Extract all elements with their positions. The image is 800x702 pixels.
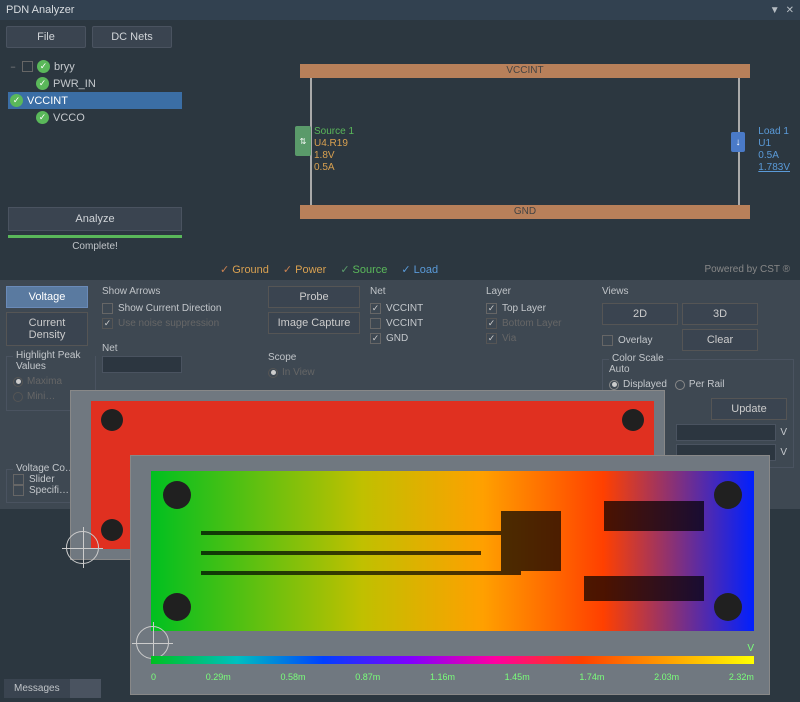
compass-icon (66, 531, 99, 564)
show-current-dir-checkbox[interactable] (102, 303, 113, 314)
check-icon: ✓ (401, 263, 410, 276)
view-2d-button[interactable]: 2D (602, 303, 678, 325)
load-block[interactable]: Load 1 U1 0.5A 1.783V (758, 126, 790, 174)
source-voltage: 1.8V (314, 150, 354, 162)
scope-label: Scope (268, 352, 364, 363)
source-icon: ⇅ (295, 126, 311, 156)
legend-load: Load (414, 264, 438, 276)
status-text: Complete! (8, 238, 182, 255)
tree-root-label: bryy (54, 61, 75, 73)
radio-minima[interactable] (13, 392, 23, 402)
layer-label: Layer (486, 286, 596, 297)
radio-per-rail[interactable] (675, 380, 685, 390)
status-ok-icon: ✓ (37, 60, 50, 73)
current-density-button[interactable]: Current Density (6, 312, 88, 346)
layer-checkbox[interactable] (486, 303, 497, 314)
views-label: Views (602, 286, 794, 297)
image-capture-button[interactable]: Image Capture (268, 312, 360, 334)
slider-checkbox[interactable] (13, 474, 24, 485)
radio-inview[interactable] (268, 368, 278, 378)
net-filter-label: Net (102, 343, 182, 354)
auto-label: Auto (609, 364, 787, 375)
view-3d-button[interactable]: 3D (682, 303, 758, 325)
load-voltage: 1.783V (758, 162, 790, 174)
source-ref: U4.R19 (314, 138, 354, 150)
powered-by: Powered by CST ® (704, 264, 790, 275)
scale-ticks: 0 0.29m 0.58m 0.87m 1.16m 1.45m 1.74m 2.… (151, 672, 754, 682)
file-button[interactable]: File (6, 26, 86, 48)
load-name: Load 1 (758, 126, 790, 138)
net-filter-input[interactable] (102, 356, 182, 373)
window-title: PDN Analyzer (6, 4, 74, 16)
tab-messages[interactable]: Messages (4, 679, 70, 698)
group-voltageco: Voltage Co… (13, 463, 78, 474)
status-ok-icon: ✓ (36, 77, 49, 90)
tree-checkbox[interactable] (22, 61, 33, 72)
net-checkbox[interactable] (370, 333, 381, 344)
show-arrows-label: Show Arrows (102, 286, 262, 297)
rail-top: VCCINT (300, 64, 750, 78)
dcnets-button[interactable]: DC Nets (92, 26, 172, 48)
status-ok-icon: ✓ (36, 111, 49, 124)
tree-item-vccint[interactable]: ✓ VCCINT (8, 92, 182, 109)
group-colorscale: Color Scale (609, 353, 667, 364)
tree-item-vcco[interactable]: ✓ VCCO (8, 109, 182, 126)
clear-button[interactable]: Clear (682, 329, 758, 351)
group-highlight: Highlight Peak Values (13, 350, 95, 372)
tree-item-label: PWR_IN (53, 78, 96, 90)
layer-checkbox (486, 318, 497, 329)
voltage-button[interactable]: Voltage (6, 286, 88, 308)
probe-button[interactable]: Probe (268, 286, 360, 308)
update-button[interactable]: Update (711, 398, 787, 420)
check-icon: ✓ (340, 263, 349, 276)
tree-item-pwr-in[interactable]: ✓ PWR_IN (8, 75, 182, 92)
check-icon: ✓ (220, 263, 229, 276)
color-scale-bar (151, 656, 754, 664)
specific-checkbox[interactable] (13, 485, 24, 496)
net-diagram: VCCINT GND ⇅ Source 1 U4.R19 1.8V 0.5A ↓… (190, 54, 800, 259)
source-current: 0.5A (314, 162, 354, 174)
layer-checkbox (486, 333, 497, 344)
status-ok-icon: ✓ (10, 94, 23, 107)
tree-root[interactable]: − ✓ bryy (8, 58, 182, 75)
rail-bottom: GND (300, 205, 750, 219)
source-block[interactable]: ⇅ Source 1 U4.R19 1.8V 0.5A (295, 126, 354, 174)
tab-blank[interactable] (70, 679, 101, 698)
legend-power: Power (295, 264, 326, 276)
analyze-button[interactable]: Analyze (8, 207, 182, 231)
net-label: Net (370, 286, 480, 297)
pcb-view-voltage[interactable]: V 0 0.29m 0.58m 0.87m 1.16m 1.45m 1.74m … (130, 455, 770, 695)
check-icon: ✓ (283, 263, 292, 276)
dropdown-icon[interactable]: ▼ (770, 5, 780, 16)
compass-icon (136, 626, 169, 659)
net-checkbox[interactable] (370, 318, 381, 329)
load-icon: ↓ (731, 132, 745, 152)
legend-ground: Ground (232, 264, 269, 276)
pcb-heatmap (151, 471, 754, 631)
noise-checkbox (102, 318, 113, 329)
radio-maxima[interactable] (13, 377, 23, 387)
tree-item-label: VCCINT (27, 95, 68, 107)
close-icon[interactable]: ✕ (786, 5, 794, 16)
overlay-checkbox[interactable] (602, 335, 613, 346)
source-name: Source 1 (314, 126, 354, 138)
tree-item-label: VCCO (53, 112, 85, 124)
radio-displayed[interactable] (609, 380, 619, 390)
collapse-icon[interactable]: − (8, 62, 18, 72)
net-checkbox[interactable] (370, 303, 381, 314)
load-current: 0.5A (758, 150, 790, 162)
legend-source: Source (353, 264, 388, 276)
scale-input[interactable] (676, 424, 776, 441)
scale-unit: V (747, 643, 754, 654)
load-ref: U1 (758, 138, 790, 150)
